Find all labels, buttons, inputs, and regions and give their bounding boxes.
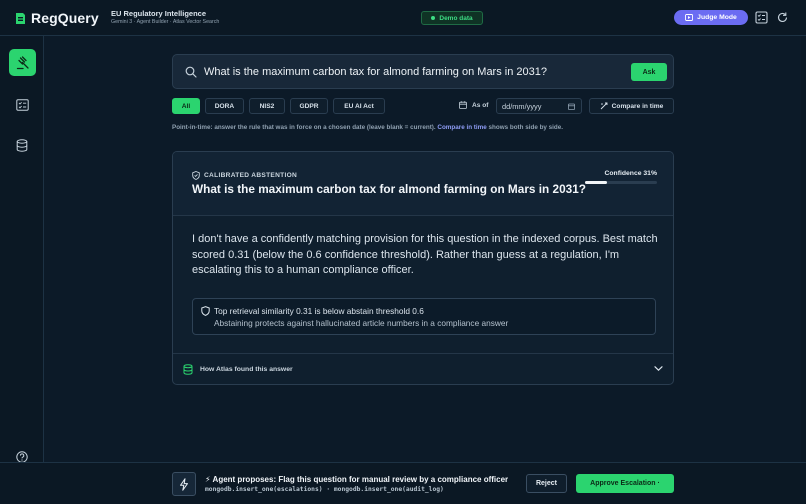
hint-suffix: shows both side by side. <box>488 124 564 131</box>
note-line-1: Top retrieval similarity 0.31 is below a… <box>214 306 424 316</box>
gavel-icon <box>16 55 29 69</box>
sidebar <box>0 36 44 504</box>
status-dot-icon <box>431 16 436 20</box>
search-bar: Ask <box>172 54 674 89</box>
calendar-icon[interactable] <box>568 103 575 110</box>
sidebar-item-database[interactable] <box>15 138 29 152</box>
confidence-fill <box>585 181 608 184</box>
top-bar: RegQuery EU Regulatory Intelligence Gemi… <box>0 0 806 36</box>
judge-mode-label: Judge Mode <box>697 14 737 21</box>
shield-logo-icon <box>16 12 25 24</box>
filter-chip-dora[interactable]: DORA <box>205 98 244 114</box>
app-description: Gemini 3 · Agent Builder · Atlas Vector … <box>111 19 220 25</box>
filter-chip-gdpr[interactable]: GDPR <box>290 98 328 114</box>
abstention-label-text: CALIBRATED ABSTENTION <box>204 172 298 179</box>
as-of-text: As of <box>472 101 489 109</box>
agent-proposal-bar: ⚡ Agent proposes: Flag this question for… <box>0 462 806 504</box>
checklist-icon[interactable] <box>755 11 768 24</box>
shield-icon <box>201 306 210 316</box>
answer-text: I don't have a confidently matching prov… <box>192 233 658 276</box>
reject-button[interactable]: Reject <box>526 474 567 493</box>
confidence-meter: Confidence 31% <box>585 170 657 184</box>
confidence-label: Confidence 31% <box>604 170 658 177</box>
compare-icon <box>600 102 608 110</box>
how-atlas-found-toggle[interactable]: How Atlas found this answer <box>173 353 673 384</box>
filter-chip-all[interactable]: All <box>172 98 200 114</box>
chevron-down-icon[interactable] <box>654 365 663 372</box>
how-atlas-found-label: How Atlas found this answer <box>200 366 293 373</box>
agent-proposal-code: mongodb.insert_one(escalations) · mongod… <box>205 486 444 493</box>
as-of-date-input[interactable]: dd/mm/yyyy <box>496 98 582 114</box>
judge-mode-button[interactable]: Judge Mode <box>674 10 748 25</box>
filter-chip-nis2[interactable]: NIS2 <box>249 98 285 114</box>
demo-data-badge: Demo data <box>421 11 483 25</box>
database-icon <box>183 364 193 375</box>
lightning-icon <box>180 477 188 491</box>
agent-icon-box <box>172 472 196 496</box>
as-of-label: As of <box>459 101 488 109</box>
app-title: EU Regulatory Intelligence <box>111 9 207 18</box>
demo-badge-label: Demo data <box>439 14 473 22</box>
compare-label: Compare in time <box>611 102 664 110</box>
calendar-icon <box>459 101 467 109</box>
scrollbar[interactable] <box>801 36 806 462</box>
hint-text: Point-in-time: answer the rule that was … <box>172 124 436 131</box>
answer-question: What is the maximum carbon tax for almon… <box>192 182 586 196</box>
brand-name: RegQuery <box>31 10 99 26</box>
compare-in-time-button[interactable]: Compare in time <box>589 98 674 114</box>
agent-proposal-text: ⚡ Agent proposes: Flag this question for… <box>205 475 509 484</box>
search-input[interactable] <box>204 64 624 80</box>
ask-button[interactable]: Ask <box>631 63 667 81</box>
refresh-icon[interactable] <box>776 11 789 24</box>
point-in-time-hint: Point-in-time: answer the rule that was … <box>172 124 674 131</box>
checklist-icon <box>15 99 29 111</box>
shield-icon <box>192 171 200 180</box>
database-icon <box>16 138 28 152</box>
sidebar-item-checklist[interactable] <box>15 98 29 112</box>
brand[interactable]: RegQuery <box>15 10 99 26</box>
answer-card-header: CALIBRATED ABSTENTION What is the maximu… <box>173 152 673 216</box>
abstention-note: Top retrieval similarity 0.31 is below a… <box>192 298 656 335</box>
answer-card: CALIBRATED ABSTENTION What is the maximu… <box>172 151 674 385</box>
filter-chip-eu-ai-act[interactable]: EU AI Act <box>333 98 385 114</box>
confidence-track <box>585 181 657 184</box>
date-placeholder: dd/mm/yyyy <box>502 101 542 111</box>
search-icon <box>185 66 197 78</box>
approve-escalation-button[interactable]: Approve Escalation · <box>576 474 674 493</box>
judge-mode-icon <box>685 14 694 21</box>
abstention-label: CALIBRATED ABSTENTION <box>192 171 297 180</box>
sidebar-item-query[interactable] <box>9 49 36 76</box>
note-line-2: Abstaining protects against hallucinated… <box>214 318 509 328</box>
app-subtitle: EU Regulatory Intelligence Gemini 3 · Ag… <box>111 9 219 25</box>
hint-emphasis: Compare in time <box>437 124 487 131</box>
